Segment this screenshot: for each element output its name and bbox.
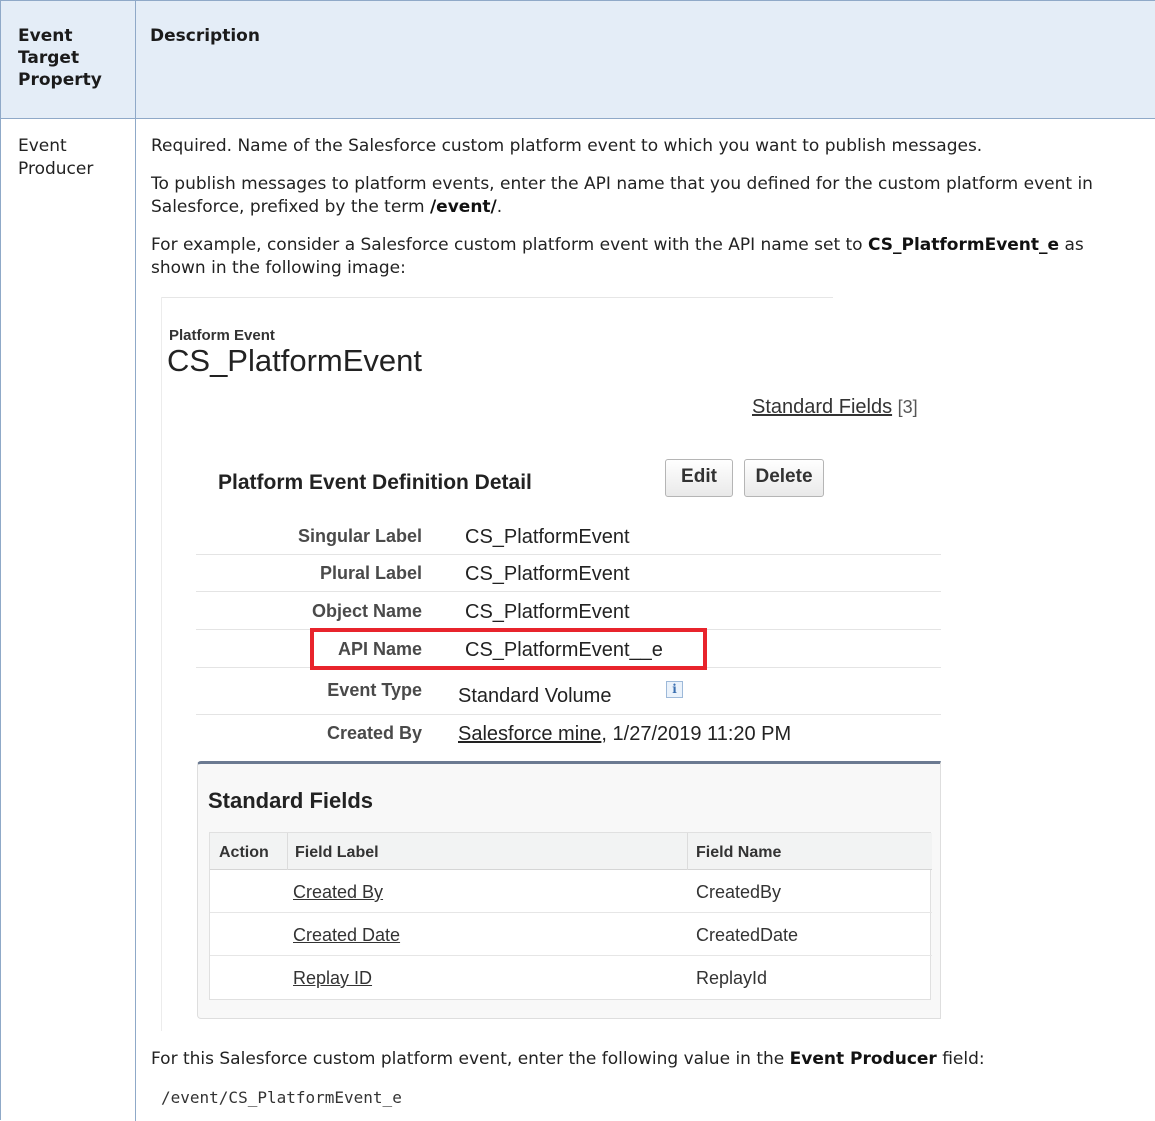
description-paragraph-instruction: For this Salesforce custom platform even… [151, 1048, 1141, 1071]
standard-fields-panel: Standard Fields Action Field Label Field… [197, 761, 941, 1019]
prefix-text-end: . [496, 197, 503, 217]
field-label-link[interactable]: Replay ID [293, 968, 372, 989]
edit-button[interactable]: Edit [665, 459, 733, 497]
description-paragraph-required: Required. Name of the Salesforce custom … [151, 136, 983, 156]
table-row: Created Date CreatedDate [210, 913, 932, 956]
salesforce-screenshot: Platform Event CS_PlatformEvent Standard… [161, 297, 941, 1031]
detail-row-plural-label: Plural Label CS_PlatformEvent [196, 555, 941, 592]
standard-fields-link-text[interactable]: Standard Fields [752, 396, 892, 418]
detail-row-object-name: Object Name CS_PlatformEvent [196, 593, 941, 630]
standard-fields-link[interactable]: Standard Fields [3] [752, 396, 918, 419]
property-name-cell: Event Producer [18, 136, 94, 179]
column-divider [687, 833, 688, 870]
column-divider [287, 833, 288, 870]
field-label-link[interactable]: Created By [293, 882, 383, 903]
detail-label: Plural Label [319, 563, 422, 583]
description-paragraph-example: For example, consider a Salesforce custo… [151, 234, 1141, 280]
screenshot-border-top [161, 297, 833, 298]
column-divider [135, 1, 136, 1121]
detail-row-singular-label: Singular Label CS_PlatformEvent [196, 518, 941, 555]
column-header-action: Action [219, 844, 269, 861]
prefix-text: To publish messages to platform events, … [151, 174, 1093, 217]
created-by-date: , 1/27/2019 11:20 PM [601, 723, 792, 745]
code-sample: /event/CS_PlatformEvent_e [161, 1088, 402, 1107]
field-label-link[interactable]: Created Date [293, 925, 400, 946]
api-name-highlight-box [310, 628, 707, 670]
standard-fields-title: Standard Fields [208, 788, 374, 813]
detail-value: Standard Volume [458, 685, 612, 707]
detail-row-event-type: Event Type Standard Volume [196, 674, 941, 715]
property-table: Event Target Property Description Event … [0, 0, 1155, 1121]
detail-value: CS_PlatformEvent [465, 526, 630, 548]
detail-label: Created By [326, 723, 422, 743]
field-name: CreatedBy [696, 882, 782, 902]
field-name: CreatedDate [696, 925, 799, 945]
column-header-property: Event Target Property [18, 26, 102, 90]
detail-label: Object Name [311, 601, 422, 621]
created-by-user-link[interactable]: Salesforce mine [458, 723, 601, 745]
column-header-field-label: Field Label [295, 844, 379, 861]
standard-fields-header-row: Action Field Label Field Name [210, 833, 932, 870]
info-icon[interactable]: i [666, 681, 683, 698]
detail-label: Event Type [327, 680, 422, 700]
example-api-name: CS_PlatformEvent_e [867, 235, 1060, 255]
example-text: For example, consider a Salesforce custo… [151, 235, 868, 255]
table-row: Created By CreatedBy [210, 870, 932, 913]
instruction-field-name: Event Producer [789, 1049, 937, 1069]
field-name: ReplayId [696, 968, 768, 988]
prefix-term: /event/ [429, 197, 497, 217]
table-row: Replay ID ReplayId [210, 956, 932, 999]
detail-value: CS_PlatformEvent [465, 601, 630, 623]
detail-section-title: Platform Event Definition Detail [218, 471, 532, 494]
object-type-label: Platform Event [169, 327, 275, 344]
detail-row-created-by: Created By Salesforce mine, 1/27/2019 11… [196, 715, 941, 752]
standard-fields-count: [3] [897, 397, 918, 417]
delete-button[interactable]: Delete [744, 459, 824, 497]
detail-value: CS_PlatformEvent [465, 563, 630, 585]
column-header-field-name: Field Name [696, 844, 782, 861]
description-paragraph-prefix: To publish messages to platform events, … [151, 173, 1141, 219]
instruction-text-end: field: [936, 1049, 985, 1069]
standard-fields-table: Action Field Label Field Name Created By… [209, 832, 932, 1000]
screenshot-border-left [161, 297, 162, 1031]
detail-value: Salesforce mine, 1/27/2019 11:20 PM [458, 723, 791, 746]
instruction-text: For this Salesforce custom platform even… [151, 1049, 790, 1069]
detail-label: Singular Label [297, 526, 422, 546]
column-header-description: Description [150, 26, 260, 46]
object-title: CS_PlatformEvent [167, 343, 422, 378]
table-header-row: Event Target Property Description [1, 1, 1155, 119]
